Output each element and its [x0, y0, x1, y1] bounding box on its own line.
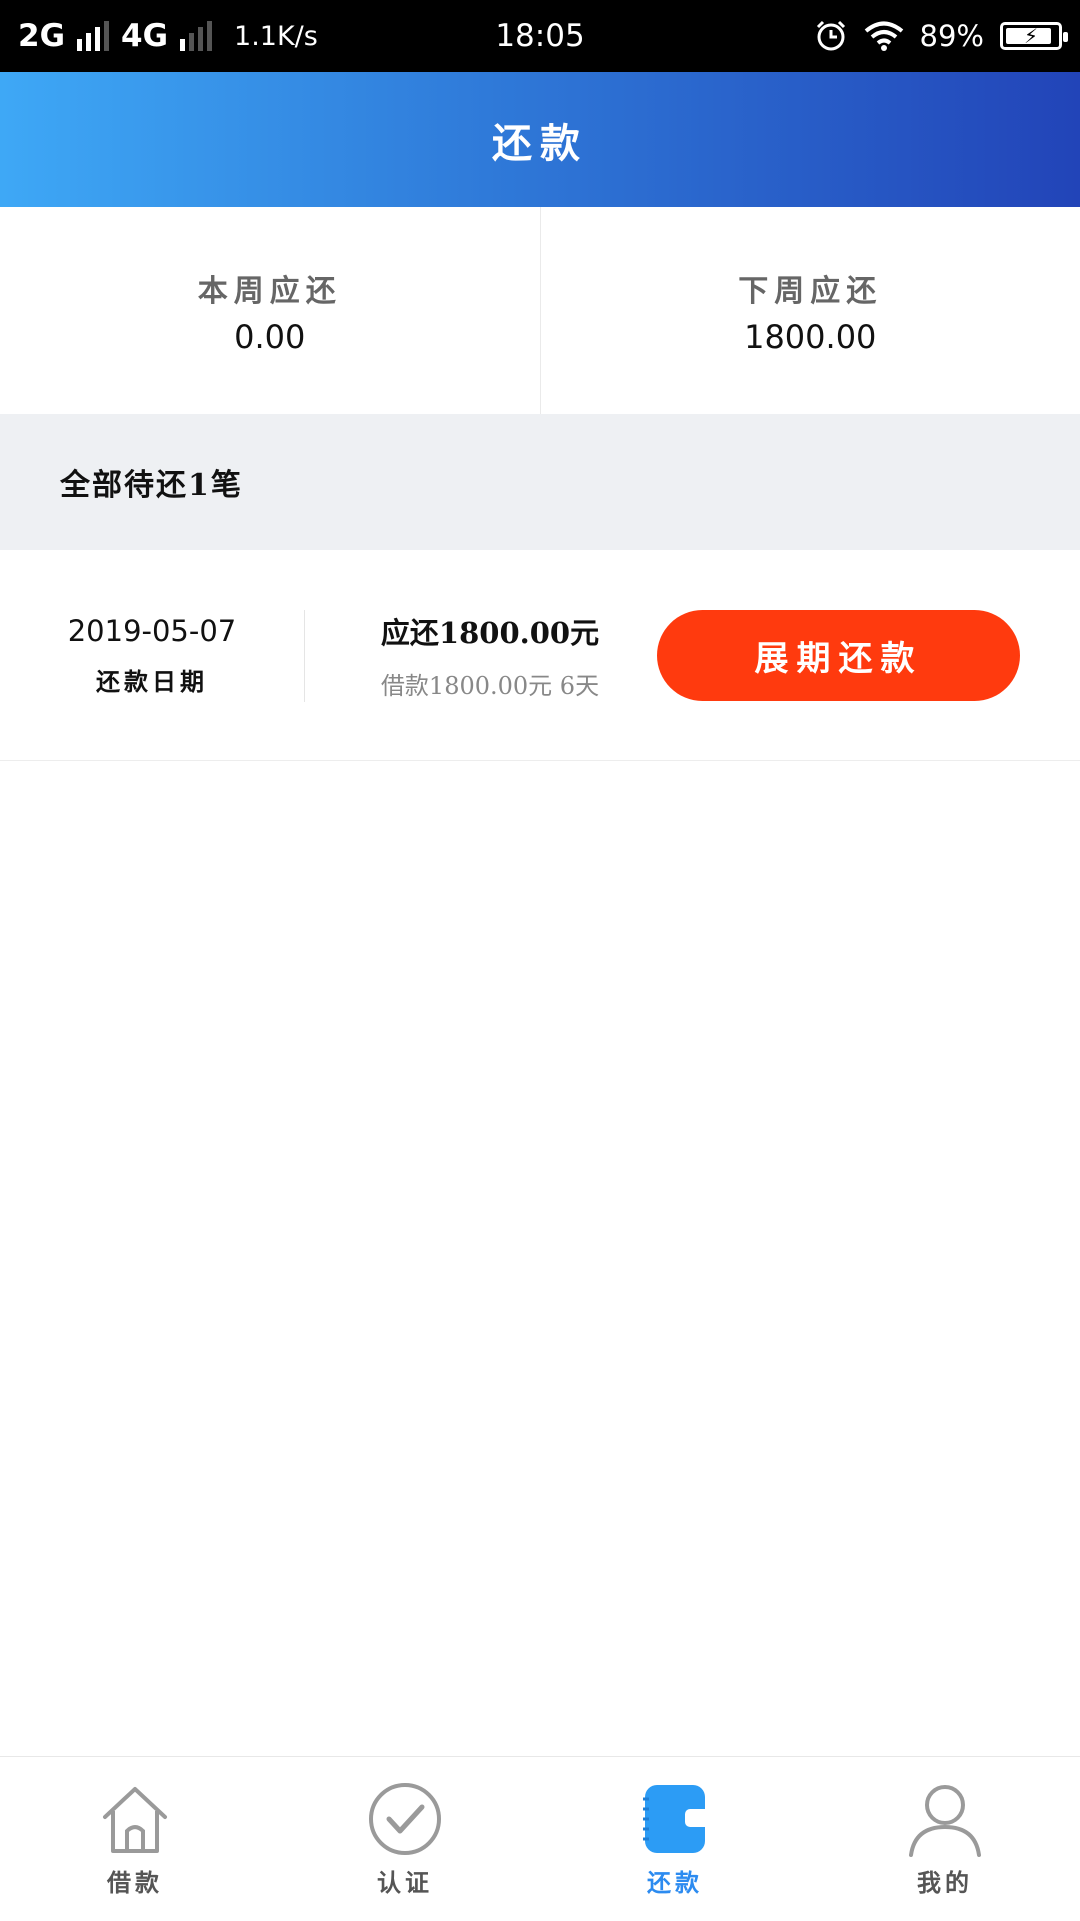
wallet-icon — [635, 1779, 715, 1859]
repayment-summary: 本周应还 0.00 下周应还 1800.00 — [0, 207, 1080, 414]
this-week-value: 0.00 — [234, 318, 305, 356]
bottom-tab-bar: 借款 认证 还款 我的 — [0, 1756, 1080, 1921]
extend-repayment-button[interactable]: 展期还款 — [657, 610, 1020, 701]
next-week-summary: 下周应还 1800.00 — [540, 207, 1080, 414]
battery-icon: ⚡ — [1000, 22, 1062, 50]
network-2g-label: 2G — [18, 18, 65, 54]
tab-mine[interactable]: 我的 — [810, 1757, 1080, 1921]
tab-repay[interactable]: 还款 — [540, 1757, 810, 1921]
due-date: 2019-05-07 — [68, 614, 237, 648]
network-4g-label: 4G — [121, 18, 168, 54]
page-title: 还款 — [492, 111, 588, 169]
wifi-icon — [864, 20, 904, 52]
status-bar: 2G 4G 1.1K/s 18:05 89% ⚡ — [0, 0, 1080, 72]
signal-bars-icon — [77, 21, 109, 51]
loan-detail: 借款1800.00元 6天 — [381, 666, 599, 701]
due-date-label: 还款日期 — [96, 662, 208, 697]
charging-bolt-icon: ⚡ — [1003, 25, 1059, 47]
status-right: 89% ⚡ — [814, 19, 1062, 53]
alarm-clock-icon — [814, 19, 848, 53]
battery-percent: 89% — [920, 19, 984, 53]
signal-bars-icon — [180, 21, 212, 51]
pending-count-title: 全部待还1笔 — [60, 460, 243, 504]
amount-block: 应还1800.00元 借款1800.00元 6天 — [330, 550, 650, 760]
tab-label: 认证 — [377, 1863, 433, 1898]
house-icon — [95, 1779, 175, 1859]
next-week-label: 下周应还 — [738, 266, 882, 310]
app-header: 还款 — [0, 72, 1080, 207]
status-left: 2G 4G 1.1K/s — [18, 18, 318, 54]
pending-section-header: 全部待还1笔 — [0, 414, 1080, 550]
divider — [304, 610, 305, 702]
check-circle-icon — [365, 1779, 445, 1859]
tab-verify[interactable]: 认证 — [270, 1757, 540, 1921]
tab-label: 借款 — [107, 1863, 163, 1898]
network-speed: 1.1K/s — [234, 21, 318, 52]
tab-borrow[interactable]: 借款 — [0, 1757, 270, 1921]
next-week-value: 1800.00 — [744, 318, 876, 356]
this-week-label: 本周应还 — [198, 266, 342, 310]
this-week-summary: 本周应还 0.00 — [0, 207, 540, 414]
user-icon — [905, 1779, 985, 1859]
due-date-block: 2019-05-07 还款日期 — [0, 550, 304, 760]
tab-label: 我的 — [917, 1863, 973, 1898]
amount-due: 应还1800.00元 — [381, 610, 599, 652]
tab-label: 还款 — [647, 1863, 703, 1898]
